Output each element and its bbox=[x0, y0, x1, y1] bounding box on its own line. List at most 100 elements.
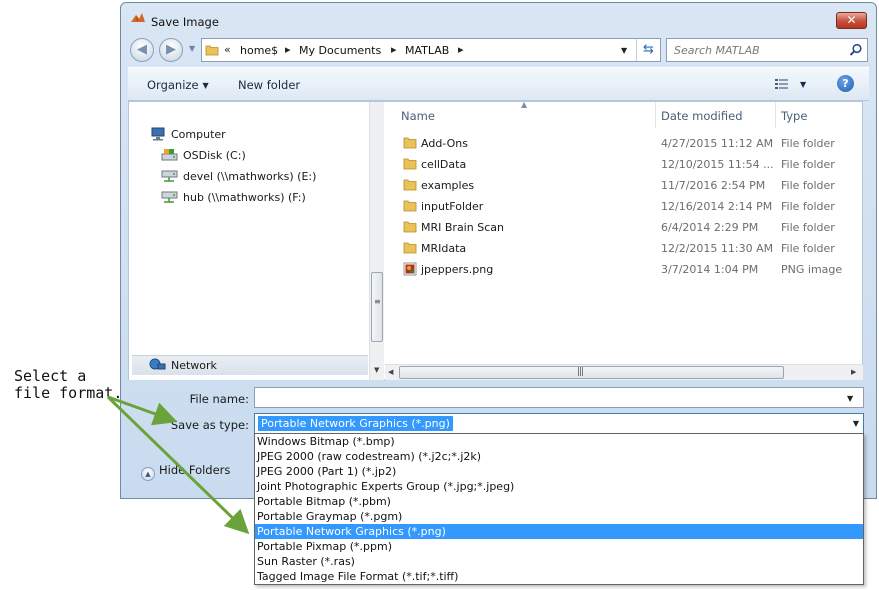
organize-button[interactable]: Organize ▼ bbox=[147, 78, 209, 92]
browser-content: Computer OSDisk (C:) devel (\\mathworks)… bbox=[128, 100, 863, 380]
png-image-icon bbox=[403, 262, 417, 276]
help-icon[interactable]: ? bbox=[837, 75, 854, 92]
file-date: 12/16/2014 2:14 PM bbox=[661, 200, 773, 213]
column-header-name[interactable]: Name ▲ bbox=[385, 100, 655, 128]
file-name-dropdown-icon[interactable]: ▼ bbox=[847, 394, 853, 403]
nav-item-label: devel (\\mathworks) (E:) bbox=[183, 170, 317, 183]
search-icon[interactable] bbox=[849, 43, 863, 57]
file-type: File folder bbox=[781, 137, 835, 150]
file-name: Add-Ons bbox=[421, 137, 468, 150]
nav-item-label: Computer bbox=[171, 128, 226, 141]
address-dropdown-icon[interactable]: ▼ bbox=[621, 46, 627, 55]
file-list-pane: Name ▲ Date modified Type Add-Ons 4/27/2… bbox=[385, 100, 863, 380]
annotation-callout: Select a file format. bbox=[14, 368, 122, 402]
navigation-pane: Computer OSDisk (C:) devel (\\mathworks)… bbox=[129, 102, 369, 380]
forward-button[interactable]: ▶ bbox=[159, 38, 183, 62]
annotation-line-1: Select a bbox=[14, 367, 87, 385]
file-name-input[interactable] bbox=[254, 387, 864, 408]
recent-locations-dropdown[interactable]: ▼ bbox=[189, 44, 195, 53]
drive-icon bbox=[161, 149, 178, 161]
file-type: File folder bbox=[781, 179, 835, 192]
file-row[interactable]: inputFolder 12/16/2014 2:14 PM File fold… bbox=[385, 196, 863, 217]
breadcrumb-separator-icon[interactable]: ▸ bbox=[391, 43, 397, 56]
save-image-dialog: Save Image ✕ ◀ ▶ ▼ « home$ ▸ My Document… bbox=[120, 2, 877, 499]
folder-icon bbox=[403, 179, 417, 191]
file-date: 4/27/2015 11:12 AM bbox=[661, 137, 774, 150]
file-type-option[interactable]: Portable Graymap (*.pgm) bbox=[255, 509, 863, 524]
file-date: 11/7/2016 2:54 PM bbox=[661, 179, 766, 192]
file-type: File folder bbox=[781, 158, 835, 171]
hide-folders-button[interactable]: ▲ Hide Folders bbox=[141, 463, 230, 481]
chevron-down-icon: ▼ bbox=[202, 81, 209, 90]
new-folder-button[interactable]: New folder bbox=[238, 78, 300, 92]
chevron-down-icon[interactable]: ▼ bbox=[853, 419, 859, 428]
file-name: jpeppers.png bbox=[421, 263, 494, 276]
scroll-right-icon[interactable]: ▶ bbox=[851, 368, 856, 376]
file-row[interactable]: MRIdata 12/2/2015 11:30 AM File folder bbox=[385, 238, 863, 259]
file-date: 12/2/2015 11:30 AM bbox=[661, 242, 774, 255]
breadcrumb-separator-icon[interactable]: ▸ bbox=[285, 43, 291, 56]
file-type-option[interactable]: Sun Raster (*.ras) bbox=[255, 554, 863, 569]
file-row[interactable]: Add-Ons 4/27/2015 11:12 AM File folder bbox=[385, 133, 863, 154]
column-header-type[interactable]: Type bbox=[776, 102, 863, 128]
file-name: MRI Brain Scan bbox=[421, 221, 504, 234]
back-button[interactable]: ◀ bbox=[130, 38, 154, 62]
nav-item-label: hub (\\mathworks) (F:) bbox=[183, 191, 306, 204]
folder-icon bbox=[403, 137, 417, 149]
file-type: File folder bbox=[781, 242, 835, 255]
file-type-option[interactable]: JPEG 2000 (raw codestream) (*.j2c;*.j2k) bbox=[255, 449, 863, 464]
hide-folders-label: Hide Folders bbox=[159, 463, 231, 477]
organize-label: Organize bbox=[147, 78, 199, 92]
scrollbar-grip: ||| bbox=[577, 367, 584, 377]
scroll-left-icon[interactable]: ◀ bbox=[388, 368, 393, 376]
scroll-down-icon[interactable]: ▼ bbox=[374, 366, 379, 374]
file-row[interactable]: MRI Brain Scan 6/4/2014 2:29 PM File fol… bbox=[385, 217, 863, 238]
file-type-option[interactable]: Joint Photographic Experts Group (*.jpg;… bbox=[255, 479, 863, 494]
nav-item-network[interactable]: Network bbox=[132, 355, 368, 375]
navigation-pane-scrollbar[interactable]: ≡ ▼ bbox=[369, 102, 384, 380]
scrollbar-thumb[interactable] bbox=[399, 366, 784, 379]
command-toolbar: Organize ▼ New folder ▼ ? bbox=[128, 67, 869, 101]
file-type-option[interactable]: JPEG 2000 (Part 1) (*.jp2) bbox=[255, 464, 863, 479]
column-header-label: Name bbox=[401, 109, 435, 123]
search-box[interactable]: Search MATLAB bbox=[666, 38, 868, 62]
folder-icon bbox=[403, 242, 417, 254]
forward-arrow-icon: ▶ bbox=[166, 42, 176, 57]
breadcrumb-separator-icon[interactable]: ▸ bbox=[458, 43, 464, 56]
file-type-option[interactable]: Portable Bitmap (*.pbm) bbox=[255, 494, 863, 509]
file-type-option[interactable]: Tagged Image File Format (*.tif;*.tiff) bbox=[255, 569, 863, 584]
file-type: PNG image bbox=[781, 263, 843, 276]
sort-ascending-icon: ▲ bbox=[521, 100, 528, 109]
save-as-type-label: Save as type: bbox=[170, 418, 249, 432]
file-row[interactable]: jpeppers.png 3/7/2014 1:04 PM PNG image bbox=[385, 259, 863, 280]
folder-icon bbox=[403, 200, 417, 212]
file-type-option[interactable]: Windows Bitmap (*.bmp) bbox=[255, 434, 863, 449]
breadcrumb-matlab[interactable]: MATLAB bbox=[405, 44, 449, 57]
search-input[interactable]: Search MATLAB bbox=[674, 44, 760, 57]
file-type-dropdown-list: Windows Bitmap (*.bmp) JPEG 2000 (raw co… bbox=[254, 433, 864, 585]
nav-item-label: OSDisk (C:) bbox=[183, 149, 246, 162]
file-list-horizontal-scrollbar[interactable]: ◀ ||| ▶ bbox=[385, 364, 863, 380]
save-as-type-select[interactable]: Portable Network Graphics (*.png) ▼ bbox=[254, 413, 864, 434]
window-title: Save Image bbox=[151, 15, 219, 29]
view-dropdown-icon[interactable]: ▼ bbox=[800, 80, 806, 89]
network-drive-icon bbox=[161, 170, 178, 182]
file-date: 12/10/2015 11:54 ... bbox=[661, 158, 774, 171]
breadcrumb-overflow[interactable]: « bbox=[224, 43, 231, 56]
file-date: 6/4/2014 2:29 PM bbox=[661, 221, 759, 234]
file-type-option[interactable]: Portable Network Graphics (*.png) bbox=[255, 524, 863, 539]
network-label: Network bbox=[171, 359, 217, 372]
breadcrumb-my-documents[interactable]: My Documents bbox=[299, 44, 381, 57]
address-bar[interactable]: « home$ ▸ My Documents ▸ MATLAB ▸ ▼ ⇆ bbox=[201, 38, 661, 62]
close-button[interactable]: ✕ bbox=[836, 12, 867, 29]
file-row[interactable]: cellData 12/10/2015 11:54 ... File folde… bbox=[385, 154, 863, 175]
view-options-icon[interactable] bbox=[775, 78, 791, 90]
title-bar[interactable]: Save Image ✕ bbox=[121, 3, 876, 33]
column-header-label: Date modified bbox=[661, 109, 743, 123]
breadcrumb-home[interactable]: home$ bbox=[240, 44, 278, 57]
refresh-icon[interactable]: ⇆ bbox=[636, 39, 660, 61]
scrollbar-thumb[interactable] bbox=[371, 272, 383, 342]
file-row[interactable]: examples 11/7/2016 2:54 PM File folder bbox=[385, 175, 863, 196]
file-type-option[interactable]: Portable Pixmap (*.ppm) bbox=[255, 539, 863, 554]
column-header-date[interactable]: Date modified bbox=[656, 102, 775, 128]
